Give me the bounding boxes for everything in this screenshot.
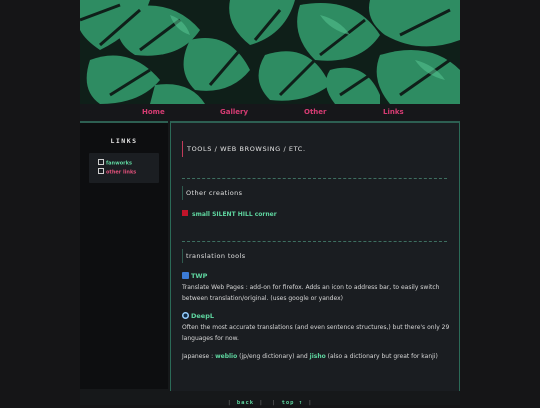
- checkbox-icon: [98, 159, 104, 165]
- divider: [182, 241, 447, 242]
- jisho-note: (also a dictionary but great for kanji): [327, 353, 438, 360]
- twp-description: Translate Web Pages : add-on for firefox…: [182, 284, 440, 302]
- monstera-leaves-image: [80, 0, 460, 104]
- weblio-link[interactable]: weblio: [215, 353, 237, 360]
- header-banner: [80, 0, 460, 104]
- silent-hill-link[interactable]: small SILENT HILL corner: [182, 210, 277, 218]
- sidebar-title: LINKS: [110, 137, 138, 145]
- sidebar-link-fanworks[interactable]: fanworks: [98, 159, 132, 167]
- nav-links[interactable]: Links: [383, 108, 404, 116]
- nav-other[interactable]: Other: [304, 108, 326, 116]
- japanese-prefix: Japanese :: [182, 353, 214, 360]
- nav-gallery[interactable]: Gallery: [220, 108, 248, 116]
- sidebar: LINKS fanworks other links: [80, 121, 168, 389]
- top-link[interactable]: top ↑: [282, 400, 304, 406]
- deepl-link[interactable]: DeepL: [182, 312, 214, 320]
- page-wrapper: Home Gallery Other Links LINKS fanworks …: [80, 0, 460, 405]
- translation-tools-heading: translation tools: [182, 249, 246, 263]
- deepl-icon: [182, 312, 189, 319]
- sidebar-link-other-links[interactable]: other links: [98, 168, 136, 176]
- twp-link[interactable]: TWP: [182, 272, 207, 280]
- nav-home[interactable]: Home: [142, 108, 165, 116]
- jisho-link[interactable]: jisho: [310, 353, 326, 360]
- silent-hill-link-label: small SILENT HILL corner: [192, 211, 277, 218]
- other-creations-heading: Other creations: [182, 186, 242, 200]
- back-link[interactable]: back: [237, 400, 254, 406]
- japanese-dictionaries-line: Japanese : weblio (jp/eng dictionary) an…: [182, 351, 454, 362]
- red-square-icon: [182, 210, 188, 216]
- footer: | back | | top ↑ |: [227, 400, 313, 406]
- top-navigation: Home Gallery Other Links: [80, 104, 460, 121]
- main-content: TOOLS / WEB BROWSING / ETC. Other creati…: [170, 121, 460, 391]
- checkbox-icon: [98, 168, 104, 174]
- weblio-note: (jp/eng dictionary) and: [239, 353, 308, 360]
- sidebar-link-label: other links: [106, 169, 137, 176]
- twp-link-label: TWP: [191, 272, 208, 280]
- twp-icon: [182, 272, 189, 279]
- divider: [182, 178, 447, 179]
- sidebar-link-label: fanworks: [106, 160, 132, 167]
- page-title: TOOLS / WEB BROWSING / ETC.: [182, 141, 306, 157]
- deepl-description: Often the most accurate translations (an…: [182, 324, 450, 342]
- deepl-link-label: DeepL: [191, 312, 215, 320]
